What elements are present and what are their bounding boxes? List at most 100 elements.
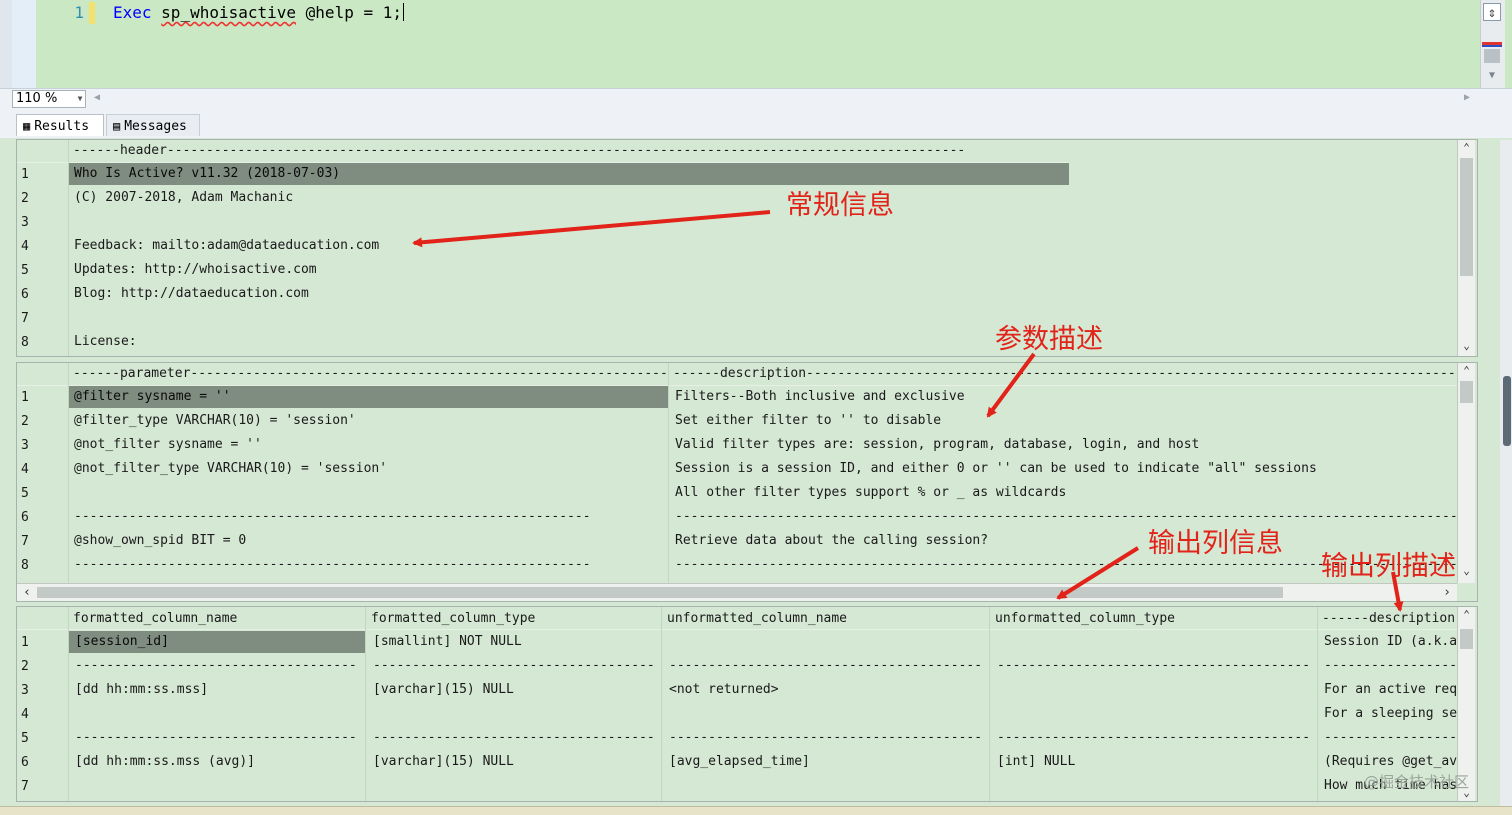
row-number[interactable]: 6 bbox=[21, 507, 57, 529]
grid-cell[interactable]: [int] NULL bbox=[997, 751, 1075, 773]
grid-cell[interactable]: ----------------------------------------… bbox=[669, 655, 981, 677]
row-number[interactable]: 7 bbox=[21, 308, 57, 330]
grid-cell[interactable]: ------------------------------------- bbox=[75, 727, 357, 749]
column-header-parameter[interactable]: ------parameter-------------------------… bbox=[73, 363, 667, 385]
row-number[interactable]: 1 bbox=[21, 632, 57, 654]
grid-cell[interactable]: [session_id] bbox=[75, 631, 169, 653]
grid-cell[interactable]: ----------------------------------------… bbox=[997, 655, 1309, 677]
row-number[interactable]: 2 bbox=[21, 656, 57, 678]
row-number[interactable]: 5 bbox=[21, 260, 57, 282]
scroll-thumb[interactable] bbox=[1460, 381, 1473, 403]
grid-cell[interactable]: Updates: http://whoisactive.com bbox=[74, 259, 317, 281]
row-number[interactable]: 1 bbox=[21, 164, 57, 186]
scroll-down-arrow-icon[interactable]: ⌄ bbox=[1458, 338, 1475, 354]
result-grid-output-columns[interactable]: formatted_column_name formatted_column_t… bbox=[16, 606, 1478, 802]
grid-cell[interactable]: [dd hh:mm:ss.mss (avg)] bbox=[75, 751, 255, 773]
grid-cell[interactable]: Set either filter to '' to disable bbox=[675, 410, 941, 432]
grid-cell[interactable]: @filter sysname = '' bbox=[74, 386, 231, 408]
grid-cell[interactable]: All other filter types support % or _ as… bbox=[675, 482, 1066, 504]
grid-cell[interactable]: For a sleeping se bbox=[1324, 703, 1457, 725]
row-number[interactable]: 6 bbox=[21, 752, 57, 774]
grid-cell[interactable]: (Requires @get_av bbox=[1324, 751, 1457, 773]
row-number[interactable]: 5 bbox=[21, 728, 57, 750]
grid-vertical-scrollbar[interactable]: ⌃ ⌄ bbox=[1457, 363, 1475, 583]
row-number[interactable]: 6 bbox=[21, 284, 57, 306]
scroll-up-arrow-icon[interactable]: ⌃ bbox=[1458, 607, 1475, 623]
chevron-down-icon[interactable]: ▼ bbox=[74, 90, 86, 108]
row-number[interactable]: 3 bbox=[21, 212, 57, 234]
row-number[interactable]: 4 bbox=[21, 459, 57, 481]
scroll-thumb[interactable] bbox=[37, 587, 1283, 598]
grid-cell[interactable]: ----------------------------------------… bbox=[997, 727, 1309, 749]
grid-cell[interactable]: Session is a session ID, and either 0 or… bbox=[675, 458, 1317, 480]
scroll-up-arrow-icon[interactable]: ⌃ bbox=[1458, 363, 1475, 379]
scroll-right-arrow-icon[interactable]: ▶ bbox=[1464, 92, 1470, 103]
scroll-up-arrow-icon[interactable]: ⌃ bbox=[1458, 140, 1475, 156]
grid-horizontal-scrollbar[interactable]: ‹ › bbox=[17, 583, 1457, 601]
grid-cell[interactable]: ----------------------------------------… bbox=[669, 727, 981, 749]
row-number[interactable]: 4 bbox=[21, 704, 57, 726]
split-window-button[interactable]: ⇕ bbox=[1483, 3, 1501, 21]
row-number[interactable]: 2 bbox=[21, 188, 57, 210]
column-header-unformatted-name[interactable]: unformatted_column_name bbox=[667, 608, 847, 630]
grid-cell[interactable]: Feedback: mailto:adam@dataeducation.com bbox=[74, 235, 379, 257]
row-number[interactable]: 4 bbox=[21, 236, 57, 258]
grid-cell[interactable]: Session ID (a.k.a bbox=[1324, 631, 1457, 653]
column-header-header[interactable]: ------header----------------------------… bbox=[73, 140, 965, 162]
grid-cell[interactable]: @not_filter sysname = '' bbox=[74, 434, 262, 456]
grid-cell[interactable]: ------------------------------------- bbox=[75, 655, 357, 677]
scroll-down-arrow-icon[interactable]: ▼ bbox=[1484, 70, 1500, 82]
grid-cell[interactable]: @not_filter_type VARCHAR(10) = 'session' bbox=[74, 458, 387, 480]
result-grid-parameters[interactable]: ------parameter-------------------------… bbox=[16, 362, 1478, 602]
grid-cell[interactable]: For an active req bbox=[1324, 679, 1457, 701]
column-header-description[interactable]: ------description-----------------------… bbox=[673, 363, 1457, 385]
scroll-left-arrow-icon[interactable]: ‹ bbox=[19, 584, 35, 601]
row-number[interactable]: 7 bbox=[21, 531, 57, 553]
grid-cell[interactable]: Retrieve data about the calling session? bbox=[675, 530, 988, 552]
grid-cell[interactable]: @filter_type VARCHAR(10) = 'session' bbox=[74, 410, 356, 432]
column-header-formatted-name[interactable]: formatted_column_name bbox=[73, 608, 237, 630]
row-number[interactable]: 8 bbox=[21, 332, 57, 354]
grid-cell[interactable]: ------------------------------------- bbox=[373, 727, 655, 749]
scroll-right-arrow-icon[interactable]: › bbox=[1439, 584, 1455, 601]
results-pane-scrollbar[interactable] bbox=[1500, 140, 1512, 806]
grid-cell[interactable]: [varchar](15) NULL bbox=[373, 751, 514, 773]
grid-cell[interactable]: ------------------- bbox=[1324, 655, 1457, 677]
grid-cell[interactable]: License: bbox=[74, 331, 137, 353]
row-number[interactable]: 3 bbox=[21, 680, 57, 702]
scroll-down-arrow-icon[interactable]: ⌄ bbox=[1458, 563, 1475, 579]
row-number[interactable]: 1 bbox=[21, 387, 57, 409]
grid-cell[interactable]: [dd hh:mm:ss.mss] bbox=[75, 679, 208, 701]
grid-cell[interactable]: [varchar](15) NULL bbox=[373, 679, 514, 701]
row-number[interactable]: 3 bbox=[21, 435, 57, 457]
row-number[interactable]: 8 bbox=[21, 555, 57, 577]
scroll-left-arrow-icon[interactable]: ◀ bbox=[94, 92, 100, 103]
editor-scroll-thumb[interactable] bbox=[1484, 49, 1500, 63]
row-number[interactable]: 2 bbox=[21, 411, 57, 433]
grid-cell[interactable]: [smallint] NOT NULL bbox=[373, 631, 522, 653]
row-number[interactable]: 7 bbox=[21, 776, 57, 798]
grid-cell[interactable]: [avg_elapsed_time] bbox=[669, 751, 810, 773]
scroll-thumb[interactable] bbox=[1460, 158, 1473, 276]
tab-messages[interactable]: ▤ Messages bbox=[106, 114, 200, 136]
grid-cell[interactable]: ------------------------------------- bbox=[373, 655, 655, 677]
column-header-unformatted-type[interactable]: unformatted_column_type bbox=[995, 608, 1175, 630]
column-header-formatted-type[interactable]: formatted_column_type bbox=[371, 608, 535, 630]
grid-cell[interactable]: @show_own_spid BIT = 0 bbox=[74, 530, 246, 552]
grid-cell[interactable]: Valid filter types are: session, program… bbox=[675, 434, 1199, 456]
grid-cell[interactable]: Blog: http://dataeducation.com bbox=[74, 283, 309, 305]
grid-cell[interactable]: ----------------------------------------… bbox=[74, 554, 664, 576]
row-number[interactable]: 5 bbox=[21, 483, 57, 505]
scroll-thumb[interactable] bbox=[1460, 629, 1473, 649]
grid-cell[interactable]: (C) 2007-2018, Adam Machanic bbox=[74, 187, 293, 209]
grid-cell[interactable]: Who Is Active? v11.32 (2018-07-03) bbox=[74, 163, 340, 185]
grid-cell[interactable]: ----------------------------------------… bbox=[675, 506, 1457, 528]
grid-cell[interactable]: <not returned> bbox=[669, 679, 779, 701]
code-line[interactable]: Exec sp_whoisactive @help = 1; bbox=[113, 3, 404, 22]
result-grid-header-info[interactable]: ------header----------------------------… bbox=[16, 139, 1478, 357]
grid-cell[interactable]: ------------------- bbox=[1324, 727, 1457, 749]
grid-cell[interactable]: ----------------------------------------… bbox=[74, 506, 664, 528]
grid-vertical-scrollbar[interactable]: ⌃ ⌄ bbox=[1457, 140, 1475, 356]
tab-results[interactable]: ▦ Results bbox=[16, 114, 104, 136]
column-header-description[interactable]: ------description bbox=[1322, 608, 1457, 630]
